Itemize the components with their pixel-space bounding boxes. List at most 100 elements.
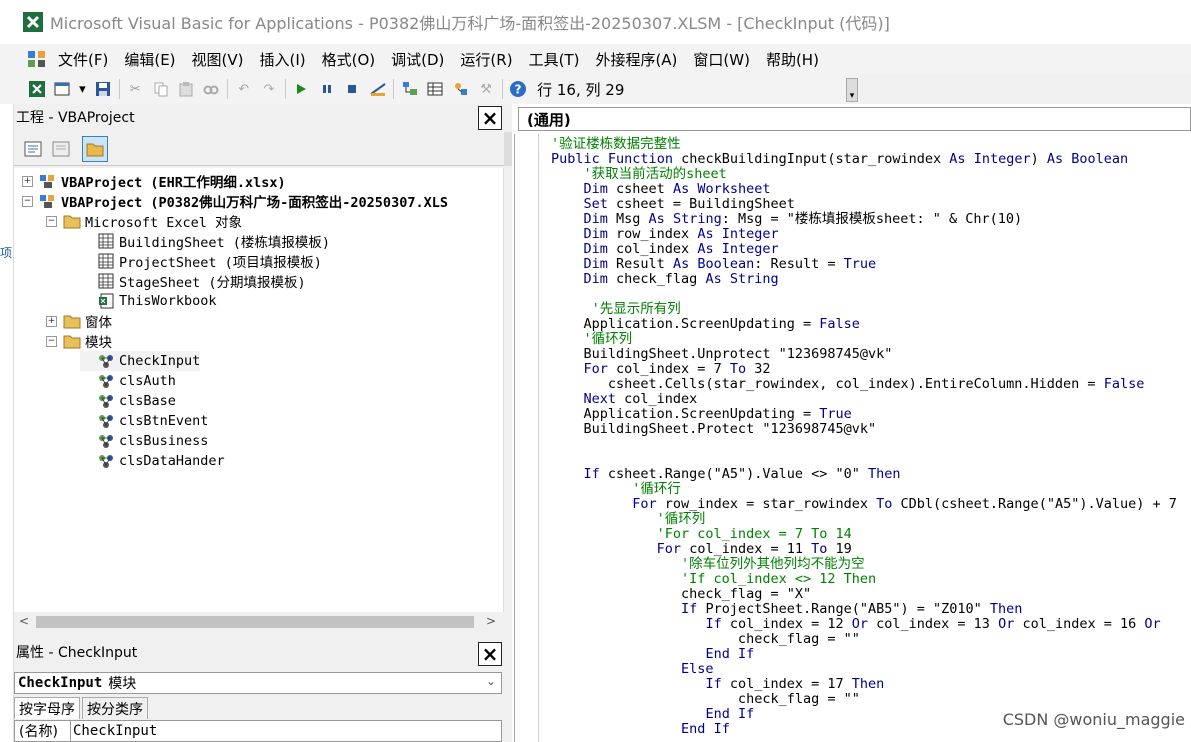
toggle-folders-icon[interactable] [82, 136, 108, 162]
code-line[interactable]: Dim check_flag As String [551, 272, 1177, 287]
tree-item-clsdatahander[interactable]: clsDataHander [80, 451, 225, 471]
code-line[interactable]: Dim Result As Boolean: Result = True [551, 257, 1177, 272]
code-comment-line[interactable]: '验证楼栋数据完整性 [551, 137, 1177, 152]
code-comment-line[interactable]: '循环行 [551, 482, 1177, 497]
code-lines[interactable]: '验证楼栋数据完整性 Public Function checkBuildingI… [551, 137, 1177, 737]
menu-help[interactable]: 帮助(H) [758, 49, 827, 70]
toolbox-icon[interactable]: ⚒ [476, 79, 496, 99]
run-icon[interactable] [291, 79, 311, 99]
redo-icon[interactable]: ↷ [259, 79, 279, 99]
tree-item-vbaproject-ehr-xlsx[interactable]: + VBAProject (EHR工作明细.xlsx) [22, 171, 286, 191]
code-line[interactable]: BuildingSheet.Unprotect "123698745@vk" [551, 347, 1177, 362]
view-object-icon[interactable] [48, 136, 74, 162]
code-line[interactable]: Application.ScreenUpdating = False [551, 317, 1177, 332]
toolbar-overflow-icon[interactable]: ▾ [846, 78, 858, 102]
code-line[interactable]: Public Function checkBuildingInput(star_… [551, 152, 1177, 167]
expand-icon[interactable]: + [22, 175, 33, 187]
help-icon[interactable]: ? [508, 79, 528, 99]
code-comment-line[interactable]: 'For col_index = 7 To 14 [551, 527, 1177, 542]
menu-run[interactable]: 运行(R) [452, 49, 520, 70]
code-line[interactable]: For col_index = 11 To 19 [551, 542, 1177, 557]
properties-window-icon[interactable] [425, 79, 445, 99]
tree-item-projectsheet[interactable]: ProjectSheet (项目填报模板) [80, 251, 322, 271]
expand-icon[interactable]: + [46, 315, 57, 327]
code-line[interactable]: Else [551, 662, 1177, 677]
code-line[interactable]: If col_index = 17 Then [551, 677, 1177, 692]
code-comment-line[interactable]: '除车位列外其他列均不能为空 [551, 557, 1177, 572]
collapse-icon[interactable]: − [46, 215, 57, 227]
code-line[interactable]: Dim Msg As String: Msg = "楼栋填报模板sheet: "… [551, 212, 1177, 227]
dropdown-arrow-icon[interactable]: ▾ [77, 79, 87, 99]
code-comment-line[interactable]: '获取当前活动的sheet [551, 167, 1177, 182]
tab-alphabetic[interactable]: 按字母序 [14, 697, 80, 719]
margin-indicator-bar[interactable] [515, 134, 539, 742]
menu-file[interactable]: 文件(F) [50, 49, 116, 70]
tree-item-clsauth[interactable]: clsAuth [80, 371, 176, 391]
property-row[interactable]: (名称) CheckInput [14, 720, 502, 742]
code-line[interactable]: check_flag = "X" [551, 587, 1177, 602]
collapse-icon[interactable]: − [46, 335, 57, 347]
code-line[interactable]: Dim col_index As Integer [551, 242, 1177, 257]
tree-item-node[interactable]: − 模块 [46, 331, 112, 351]
undo-icon[interactable]: ↶ [234, 79, 254, 99]
chevron-down-icon[interactable]: ⌄ [486, 674, 496, 688]
tree-item-clsbase[interactable]: clsBase [80, 391, 176, 411]
close-icon[interactable]: × [478, 106, 502, 130]
code-line[interactable]: For row_index = star_rowindex To CDbl(cs… [551, 497, 1177, 512]
menu-insert[interactable]: 插入(I) [252, 49, 314, 70]
vba-logo-icon[interactable] [26, 48, 48, 70]
code-line[interactable]: Set csheet = BuildingSheet [551, 197, 1177, 212]
code-line[interactable] [551, 287, 1177, 302]
object-browser-icon[interactable] [451, 79, 471, 99]
view-code-icon[interactable] [20, 136, 46, 162]
code-line[interactable]: If ProjectSheet.Range("AB5") = "Z010" Th… [551, 602, 1177, 617]
tree-item-node[interactable]: + 窗体 [46, 311, 112, 331]
save-icon[interactable] [93, 79, 113, 99]
code-line[interactable]: BuildingSheet.Protect "123698745@vk" [551, 422, 1177, 437]
menu-edit[interactable]: 编辑(E) [116, 49, 183, 70]
menu-tools[interactable]: 工具(T) [521, 49, 588, 70]
property-value[interactable]: CheckInput [71, 723, 157, 739]
object-combo[interactable]: (通用) [518, 107, 1191, 131]
insert-module-icon[interactable] [52, 79, 72, 99]
menu-addins[interactable]: 外接程序(A) [587, 49, 685, 70]
tree-item-thisworkbook[interactable]: ThisWorkbook [80, 291, 217, 311]
code-comment-line[interactable]: '循环列 [551, 332, 1177, 347]
code-editor[interactable]: '验证楼栋数据完整性 Public Function checkBuildingI… [514, 134, 1191, 742]
collapse-icon[interactable]: − [22, 195, 33, 207]
stop-icon[interactable] [342, 79, 362, 99]
tree-item-clsbtnevent[interactable]: clsBtnEvent [80, 411, 208, 431]
code-line[interactable]: If csheet.Range("A5").Value <> "0" Then [551, 467, 1177, 482]
code-line[interactable]: Application.ScreenUpdating = True [551, 407, 1177, 422]
pause-icon[interactable] [317, 79, 337, 99]
menu-debug[interactable]: 调试(D) [383, 49, 452, 70]
menu-window[interactable]: 窗口(W) [685, 49, 758, 70]
code-line[interactable]: csheet.Cells(star_rowindex, col_index).E… [551, 377, 1177, 392]
code-line[interactable]: If col_index = 12 Or col_index = 13 Or c… [551, 617, 1177, 632]
copy-icon[interactable] [151, 79, 171, 99]
code-line[interactable]: Next col_index [551, 392, 1177, 407]
tree-item-vbaproject-p0382-20250307-xls[interactable]: − VBAProject (P0382佛山万科广场-面积签出-20250307.X… [22, 191, 448, 211]
tree-item-stagesheet[interactable]: StageSheet (分期填报模板) [80, 271, 306, 291]
scroll-right-icon[interactable]: > [486, 614, 496, 628]
menu-view[interactable]: 视图(V) [184, 49, 252, 70]
code-line[interactable] [551, 437, 1177, 452]
code-line[interactable] [551, 452, 1177, 467]
close-icon[interactable]: × [478, 642, 502, 666]
code-line[interactable]: check_flag = "" [551, 632, 1177, 647]
code-line[interactable]: Dim csheet As Worksheet [551, 182, 1177, 197]
code-line[interactable]: Dim row_index As Integer [551, 227, 1177, 242]
tree-item-buildingsheet[interactable]: BuildingSheet (楼栋填报模板) [80, 231, 330, 251]
view-excel-icon[interactable] [27, 79, 47, 99]
project-hscrollbar[interactable]: < > [14, 612, 504, 632]
code-line[interactable]: For col_index = 7 To 32 [551, 362, 1177, 377]
tree-item-microsoft-excel[interactable]: − Microsoft Excel 对象 [46, 211, 242, 231]
tree-item-checkinput[interactable]: CheckInput [80, 351, 201, 371]
scroll-thumb[interactable] [36, 616, 474, 628]
paste-icon[interactable] [176, 79, 196, 99]
project-explorer-icon[interactable] [400, 79, 420, 99]
design-mode-icon[interactable] [368, 79, 388, 99]
code-line[interactable]: check_flag = "" [551, 692, 1177, 707]
cut-icon[interactable]: ✂ [125, 79, 145, 99]
code-comment-line[interactable]: '先显示所有列 [551, 302, 1177, 317]
